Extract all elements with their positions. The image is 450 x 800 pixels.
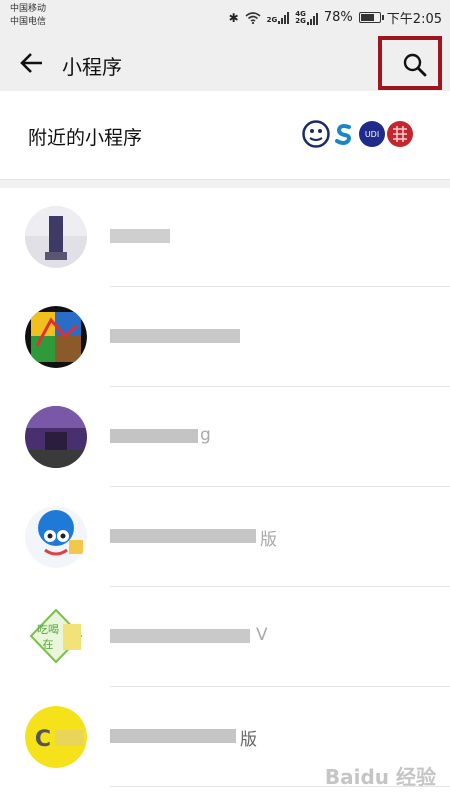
nearby-mini-programs[interactable]: 附近的小程序 UDI: [0, 91, 450, 179]
mini-program-avatar: [25, 506, 87, 568]
wifi-icon: [245, 11, 261, 24]
carrier-2: 中国电信: [10, 17, 47, 27]
signal-1-icon: 2G: [267, 11, 290, 24]
face-logo: [302, 120, 330, 148]
svg-text:在: 在: [43, 638, 54, 651]
battery-icon: [358, 12, 384, 23]
carrier-1: 中国移动: [10, 4, 47, 14]
status-icons: ✱ 2G 4G 2G 78% 下午2:05: [229, 8, 442, 27]
status-bar: 中国移动 中国电信 ✱ 2G 4G 2G 78% 下午2:05: [0, 0, 450, 36]
carrier-labels: 中国移动 中国电信: [10, 3, 46, 29]
mini-program-name: [110, 325, 350, 347]
udi-logo: UDI: [359, 121, 385, 147]
mini-program-name: 版: [110, 525, 350, 550]
arrow-left-icon: [20, 53, 42, 73]
mini-program-avatar: C: [25, 706, 87, 768]
svg-text:C: C: [35, 727, 51, 752]
nearby-label: 附近的小程序: [28, 127, 143, 149]
clock: 下午2:05: [386, 12, 442, 27]
list-item[interactable]: 吃喝 在 V: [0, 587, 450, 687]
mini-program-name: V: [110, 625, 350, 647]
mini-program-name: g: [110, 425, 350, 447]
search-icon: [403, 53, 427, 77]
signal-2-icon: 4G 2G: [295, 10, 318, 25]
watermark: Baidu 经验: [324, 765, 436, 789]
mini-program-list: g 版 吃喝 在 V C 版: [0, 187, 450, 787]
list-item[interactable]: [0, 187, 450, 287]
vibrate-icon: ✱: [228, 10, 239, 25]
search-button[interactable]: [378, 36, 442, 90]
mini-program-name: 版: [110, 725, 350, 750]
seal-logo: [387, 121, 413, 147]
battery-percent: 78%: [323, 10, 353, 25]
s-logo: [331, 121, 357, 147]
mini-program-avatar: [25, 306, 87, 368]
list-item[interactable]: 版: [0, 487, 450, 587]
nearby-logos: UDI: [302, 120, 414, 148]
mini-program-name: [110, 225, 350, 247]
svg-text:吃喝: 吃喝: [37, 623, 59, 636]
mini-program-avatar: 吃喝 在: [25, 606, 87, 668]
mini-program-avatar: [25, 206, 87, 268]
list-item[interactable]: [0, 287, 450, 387]
back-button[interactable]: [18, 49, 46, 77]
app-header: 小程序: [0, 36, 450, 91]
page-title: 小程序: [62, 55, 122, 79]
list-item[interactable]: g: [0, 387, 450, 487]
svg-text:UDI: UDI: [365, 130, 379, 139]
mini-program-avatar: [25, 406, 87, 468]
